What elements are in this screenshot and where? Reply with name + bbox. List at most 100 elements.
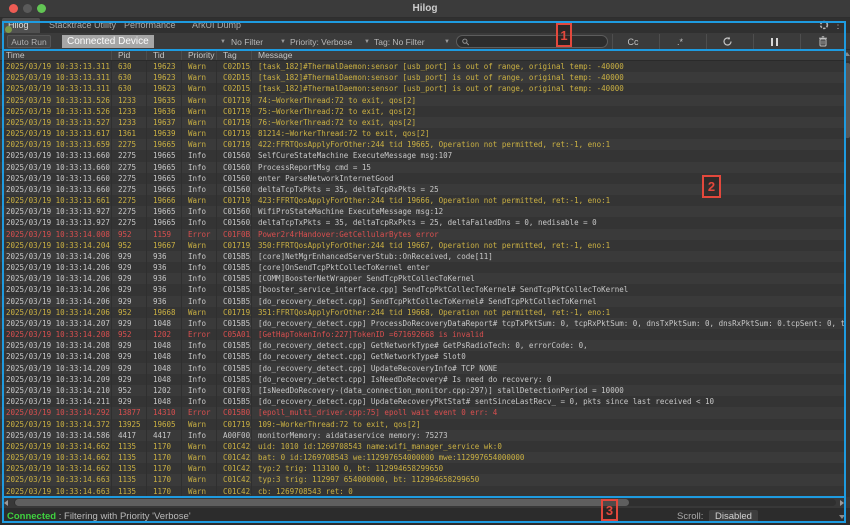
log-row[interactable]: 2025/03/19 10:33:13.527 1233 19637 Warn … [0,117,845,128]
device-select[interactable]: Connected Device ▼ [55,35,228,48]
log-cell-pid: 952 [112,229,147,240]
log-row[interactable]: 2025/03/19 10:33:13.927 2275 19665 Info … [0,206,845,217]
log-row[interactable]: 2025/03/19 10:33:14.206 929 936 Info C01… [0,296,845,307]
log-row[interactable]: 2025/03/19 10:33:14.663 1135 1170 Warn C… [0,474,845,485]
log-row[interactable]: 2025/03/19 10:33:14.206 929 936 Info C01… [0,273,845,284]
scroll-left-arrow-icon[interactable] [4,500,8,506]
log-cell-pid: 1233 [112,117,147,128]
log-cell-tag: C01560/W [217,162,252,173]
log-cell-message: [GetHapTokenInfo:227]TokenID =671692668 … [252,329,845,340]
log-cell-message: bat: 0 id:1269708543 we:112997654000000 … [252,452,845,463]
vertical-scrollbar-thumb[interactable] [845,63,850,138]
log-row[interactable]: 2025/03/19 10:33:13.311 630 19623 Warn C… [0,83,845,94]
log-cell-message: 76:~WorkerThread:72 to exit, qos[2] [252,117,845,128]
log-cell-time: 2025/03/19 10:33:14.586 [0,430,112,441]
log-row[interactable]: 2025/03/19 10:33:14.586 4417 4417 Info A… [0,430,845,441]
scroll-mode-select[interactable]: Disabled [709,510,758,523]
log-row[interactable]: 2025/03/19 10:33:13.927 2275 19665 Info … [0,217,845,228]
log-row[interactable]: 2025/03/19 10:33:14.211 929 1048 Info C0… [0,396,845,407]
tab-performance[interactable]: Performance [118,18,182,33]
log-cell-pid: 929 [112,262,147,273]
pause-icon[interactable] [754,35,794,48]
log-row[interactable]: 2025/03/19 10:33:14.662 1135 1170 Warn C… [0,463,845,474]
scroll-up-arrow-icon[interactable] [844,52,850,56]
log-row[interactable]: 2025/03/19 10:33:14.208 929 1048 Info C0… [0,351,845,362]
float-window-icon[interactable] [818,20,830,32]
tab-arkui-dump[interactable]: ArkUI Dump [186,18,247,33]
more-options-icon[interactable]: ⋮ [832,20,844,32]
vertical-scrollbar[interactable] [845,61,850,497]
column-header-priority[interactable]: Priority [182,50,217,60]
log-row[interactable]: 2025/03/19 10:33:13.659 2275 19665 Warn … [0,139,845,150]
log-cell-time: 2025/03/19 10:33:14.372 [0,419,112,430]
log-row[interactable]: 2025/03/19 10:33:13.311 630 19623 Warn C… [0,61,845,72]
log-cell-priority: Info [182,385,217,396]
log-cell-time: 2025/03/19 10:33:13.927 [0,206,112,217]
log-row[interactable]: 2025/03/19 10:33:13.617 1361 19639 Warn … [0,128,845,139]
log-row[interactable]: 2025/03/19 10:33:14.663 1135 1170 Warn C… [0,486,845,497]
log-row[interactable]: 2025/03/19 10:33:14.208 952 1202 Error C… [0,329,845,340]
log-cell-tag: C01560/W [217,217,252,228]
log-cell-message: [booster_service_interface.cpp] SendTcpP… [252,284,845,295]
tag-filter-select[interactable]: Tag: No Filter ▼ [374,35,452,48]
column-header-tag[interactable]: Tag [217,50,252,60]
log-row[interactable]: 2025/03/19 10:33:14.207 929 1048 Info C0… [0,318,845,329]
log-cell-message: [do_recovery_detect.cpp] IsNeedDoRecover… [252,374,845,385]
log-row[interactable]: 2025/03/19 10:33:13.661 2275 19666 Warn … [0,195,845,206]
log-row[interactable]: 2025/03/19 10:33:14.206 929 936 Info C01… [0,284,845,295]
log-cell-priority: Info [182,396,217,407]
log-row[interactable]: 2025/03/19 10:33:14.210 952 1202 Info C0… [0,385,845,396]
log-row[interactable]: 2025/03/19 10:33:14.209 929 1048 Info C0… [0,363,845,374]
log-row[interactable]: 2025/03/19 10:33:14.372 13925 19605 Warn… [0,419,845,430]
log-row[interactable]: 2025/03/19 10:33:13.311 630 19623 Warn C… [0,72,845,83]
log-row[interactable]: 2025/03/19 10:33:14.662 1135 1170 Warn C… [0,441,845,452]
horizontal-scrollbar[interactable] [0,497,850,508]
refresh-icon[interactable] [707,35,747,48]
log-row[interactable]: 2025/03/19 10:33:13.660 2275 19665 Info … [0,150,845,161]
log-row[interactable]: 2025/03/19 10:33:13.526 1233 19635 Warn … [0,95,845,106]
log-cell-time: 2025/03/19 10:33:13.311 [0,61,112,72]
column-header-pid[interactable]: Pid [112,50,147,60]
column-header-time[interactable]: Time [0,50,112,60]
log-cell-tid: 19665 [147,206,182,217]
priority-filter-select[interactable]: Priority: Verbose ▼ [290,35,372,48]
tab-stacktrace-utility[interactable]: Stacktrace Utility [43,18,122,33]
log-row[interactable]: 2025/03/19 10:33:14.206 952 19668 Warn C… [0,307,845,318]
log-row[interactable]: 2025/03/19 10:33:14.292 13877 14310 Erro… [0,407,845,418]
log-cell-priority: Error [182,407,217,418]
log-cell-message: SelfCureStateMachine ExecuteMessage msg:… [252,150,845,161]
log-row[interactable]: 2025/03/19 10:33:13.660 2275 19665 Info … [0,184,845,195]
device-select-value: Connected Device [62,35,154,48]
horizontal-scrollbar-thumb[interactable] [15,499,629,506]
column-header-tid[interactable]: Tid [147,50,182,60]
log-row[interactable]: 2025/03/19 10:33:14.206 929 936 Info C01… [0,251,845,262]
log-cell-priority: Info [182,173,217,184]
search-input[interactable] [472,37,602,46]
log-cell-time: 2025/03/19 10:33:13.311 [0,83,112,94]
log-cell-tid: 19668 [147,307,182,318]
process-filter-select[interactable]: No Filter ▼ [231,35,288,48]
log-cell-tid: 1048 [147,374,182,385]
log-row[interactable]: 2025/03/19 10:33:14.204 952 19667 Warn C… [0,240,845,251]
log-cell-tid: 1202 [147,385,182,396]
log-row[interactable]: 2025/03/19 10:33:13.526 1233 19636 Warn … [0,106,845,117]
log-row[interactable]: 2025/03/19 10:33:14.008 952 1159 Error C… [0,229,845,240]
log-row[interactable]: 2025/03/19 10:33:13.660 2275 19665 Info … [0,162,845,173]
log-cell-tag: C01F0B/P [217,229,252,240]
log-cell-message: deltaTcpTxPkts = 35, deltaTcpRxPkts = 25 [252,184,845,195]
log-row[interactable]: 2025/03/19 10:33:14.206 929 936 Info C01… [0,262,845,273]
regex-button[interactable]: .* [660,35,700,48]
log-row[interactable]: 2025/03/19 10:33:14.662 1135 1170 Warn C… [0,452,845,463]
log-cell-tag: C015B5/n [217,296,252,307]
log-row[interactable]: 2025/03/19 10:33:13.660 2275 19665 Info … [0,173,845,184]
log-cell-tid: 14310 [147,407,182,418]
column-header-message[interactable]: Message [252,50,845,60]
auto-run-button[interactable]: Auto Run [7,35,51,48]
scroll-right-arrow-icon[interactable] [840,500,844,506]
match-case-button[interactable]: Cc [613,35,653,48]
trash-icon[interactable] [803,35,843,48]
log-row[interactable]: 2025/03/19 10:33:14.208 929 1048 Info C0… [0,340,845,351]
log-cell-message: 81214:~WorkerThread:72 to exit, qos[2] [252,128,845,139]
log-cell-message: 423:FFRTQosApplyForOther:244 tid 19666, … [252,195,845,206]
log-row[interactable]: 2025/03/19 10:33:14.209 929 1048 Info C0… [0,374,845,385]
